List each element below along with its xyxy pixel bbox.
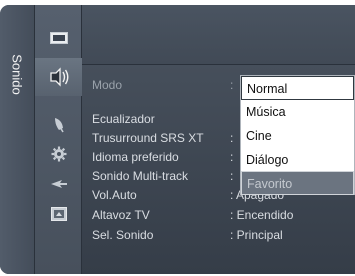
row-label: Sonido Multi-track [92,169,189,183]
application-icon [50,207,67,221]
row-label: Altavoz TV [92,208,150,222]
dropdown-option-music[interactable]: Música [241,100,354,124]
row-value: : [230,150,234,164]
input-icon [50,180,67,188]
row-label: Vol.Auto [92,188,137,202]
sound-icon [49,67,68,87]
dropdown-option-normal[interactable]: Normal [241,76,354,100]
tv-osd-screen: Sonido Modo: Ecualizador Trusurround SR… [0,0,355,276]
menu-category-tab: Sonido [0,5,35,274]
row-label: Modo [92,78,123,92]
dropdown-option-dialog[interactable]: Diálogo [241,148,354,172]
mode-dropdown-list: Normal Música Cine Diálogo Favorito [240,75,355,195]
picture-menu-item[interactable] [35,19,82,57]
row-label: Trusurround SRS XT [92,131,204,145]
picture-icon [49,32,68,44]
menu-header-band [82,5,355,65]
row-value: : Encendido [230,208,294,222]
sound-menu-item[interactable] [35,58,82,96]
category-icon-column [35,5,82,274]
gear-icon [51,146,66,162]
row-label: Idioma preferido [92,150,179,164]
channel-icon [54,118,64,133]
category-label: Sonido [9,54,25,95]
menu-row-tv-speaker[interactable]: Altavoz TV : Encendido [92,206,352,224]
row-value: : [230,78,234,92]
dropdown-option-movie[interactable]: Cine [241,124,354,148]
row-label: Ecualizador [92,112,155,126]
row-value: : Principal [230,228,283,242]
row-label: Sel. Sonido [92,228,154,242]
application-menu-item[interactable] [35,195,82,233]
dropdown-option-favorite: Favorito [241,171,354,195]
row-value: : [230,169,234,183]
row-value: : [230,131,234,145]
menu-row-sound-select[interactable]: Sel. Sonido : Principal [92,226,352,244]
